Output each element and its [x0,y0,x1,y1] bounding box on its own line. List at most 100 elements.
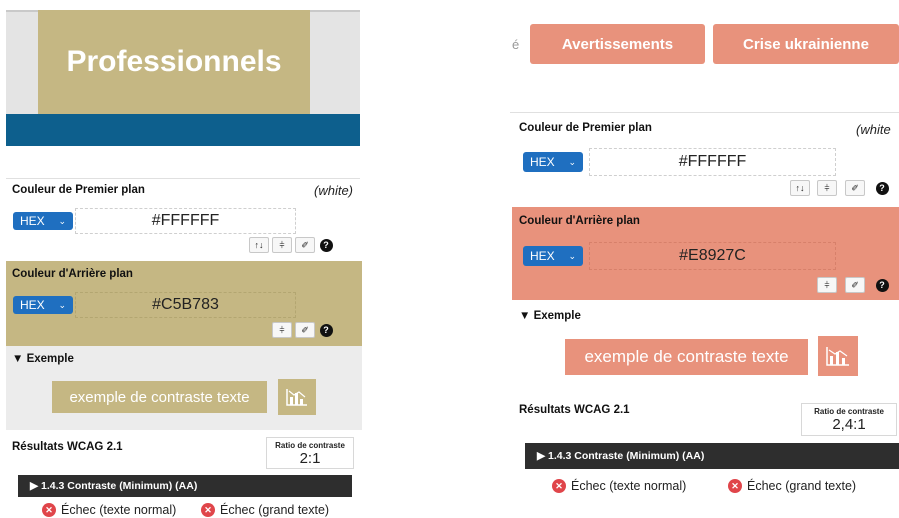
fail-large-label: Échec (grand texte) [747,479,857,493]
ratio-value: 2:1 [299,450,321,467]
chart-icon [286,389,307,406]
background-eyedropper-button[interactable]: ✐ [295,322,315,338]
background-hex-value: #E8927C [679,247,746,264]
sliders-icon: ⫩ [279,324,285,335]
contrast-sample-text: exemple de contraste texte [565,339,808,375]
help-icon: ? [875,181,889,195]
foreground-eyedropper-button[interactable]: ✐ [295,237,315,253]
fail-icon: ✕ [42,503,56,517]
contrast-sample-text: exemple de contraste texte [52,381,267,413]
format-select-value: HEX [530,155,555,169]
warnings-button-label: Avertissements [561,35,674,53]
swap-colors-button[interactable]: ↑↓ [790,180,810,196]
foreground-format-select[interactable]: HEX ⌄ [13,212,73,230]
background-format-select[interactable]: HEX ⌄ [523,246,583,266]
background-label: Couleur d'Arrière plan [519,215,640,227]
fail-normal-label: Échec (texte normal) [571,479,687,493]
background-label: Couleur d'Arrière plan [12,268,133,280]
chart-icon-button[interactable] [278,379,316,415]
chevron-down-icon: ⌄ [58,299,66,310]
example-toggle[interactable]: ▼ Exemple [12,353,74,365]
left-contrast-checker: Professionnels Couleur de Premier plan (… [0,0,362,518]
sample-text: exemple de contraste texte [69,388,250,406]
foreground-label: Couleur de Premier plan [12,184,145,196]
foreground-help-button[interactable]: ? [874,180,890,196]
background-help-button[interactable]: ? [874,277,890,293]
section-divider [510,112,899,113]
fail-normal-label: Échec (texte normal) [61,503,177,517]
background-eyedropper-button[interactable]: ✐ [845,277,865,293]
swap-icon: ↑↓ [795,183,805,193]
swap-icon: ↑↓ [254,240,264,250]
ukraine-crisis-button-label: Crise ukrainienne [743,35,869,53]
chart-icon-button[interactable] [818,336,858,376]
foreground-label: Couleur de Premier plan [519,122,652,134]
foreground-hex-value: #FFFFFF [151,212,220,229]
sample-text: exemple de contraste texte [584,347,789,366]
background-hex-input[interactable]: #C5B783 [75,292,296,318]
section-divider [6,178,360,179]
ukraine-crisis-button[interactable]: Crise ukrainienne [713,24,899,64]
eyedropper-icon: ✐ [851,279,859,290]
criterion-label: ▶ 1.4.3 Contraste (Minimum) (AA) [30,480,198,492]
ratio-label: Ratio de contraste [814,407,884,416]
results-heading: Résultats WCAG 2.1 [12,441,123,453]
foreground-sliders-button[interactable]: ⫩ [272,237,292,253]
background-help-button[interactable]: ? [318,322,334,338]
background-sliders-button[interactable]: ⫩ [272,322,292,338]
format-select-value: HEX [20,298,45,312]
fail-icon: ✕ [201,503,215,517]
foreground-help-button[interactable]: ? [318,237,334,253]
ratio-label: Ratio de contraste [275,441,345,450]
fail-large-text: ✕ Échec (grand texte) [728,479,856,493]
foreground-color-name: (white [856,122,891,137]
criterion-1-4-3-toggle[interactable]: ▶ 1.4.3 Contraste (Minimum) (AA) [525,443,899,469]
fail-icon: ✕ [552,479,566,493]
contrast-ratio-box: Ratio de contraste 2,4:1 [801,403,897,436]
warnings-button[interactable]: Avertissements [530,24,705,64]
foreground-hex-value: #FFFFFF [678,153,747,170]
fail-icon: ✕ [728,479,742,493]
criterion-1-4-3-toggle[interactable]: ▶ 1.4.3 Contraste (Minimum) (AA) [18,475,352,497]
contrast-ratio-box: Ratio de contraste 2:1 [266,437,354,469]
truncated-nav-char: é [512,37,520,52]
format-select-value: HEX [20,214,45,228]
eyedropper-icon: ✐ [301,324,309,335]
fail-normal-text: ✕ Échec (texte normal) [552,479,686,493]
eyedropper-icon: ✐ [301,239,309,250]
foreground-hex-input[interactable]: #FFFFFF [75,208,296,234]
background-hex-input[interactable]: #E8927C [589,242,836,270]
help-icon: ? [319,323,333,337]
foreground-format-select[interactable]: HEX ⌄ [523,152,583,172]
banner-title: Professionnels [66,45,282,78]
professionals-banner[interactable]: Professionnels [38,10,310,114]
chevron-down-icon: ⌄ [568,156,576,167]
results-heading: Résultats WCAG 2.1 [519,404,630,416]
fail-large-text: ✕ Échec (grand texte) [201,503,329,517]
eyedropper-icon: ✐ [851,182,859,193]
format-select-value: HEX [530,249,555,263]
right-contrast-checker: é Avertissements Crise ukrainienne Coule… [510,0,899,518]
sliders-icon: ⫩ [279,239,285,250]
banner-blue-strip [6,114,360,146]
sliders-icon: ⫩ [824,279,830,290]
help-icon: ? [319,238,333,252]
chevron-down-icon: ⌄ [58,215,66,226]
chart-icon [826,347,849,366]
help-icon: ? [875,278,889,292]
swap-colors-button[interactable]: ↑↓ [249,237,269,253]
foreground-color-name: (white) [314,183,354,198]
sliders-icon: ⫩ [824,182,830,193]
background-sliders-button[interactable]: ⫩ [817,277,837,293]
chevron-down-icon: ⌄ [568,250,576,261]
foreground-eyedropper-button[interactable]: ✐ [845,180,865,196]
ratio-value: 2,4:1 [832,416,866,433]
criterion-label: ▶ 1.4.3 Contraste (Minimum) (AA) [537,450,705,462]
foreground-sliders-button[interactable]: ⫩ [817,180,837,196]
example-toggle[interactable]: ▼ Exemple [519,310,581,322]
fail-large-label: Échec (grand texte) [220,503,330,517]
fail-normal-text: ✕ Échec (texte normal) [42,503,176,517]
background-format-select[interactable]: HEX ⌄ [13,296,73,314]
foreground-hex-input[interactable]: #FFFFFF [589,148,836,176]
background-hex-value: #C5B783 [152,296,219,313]
